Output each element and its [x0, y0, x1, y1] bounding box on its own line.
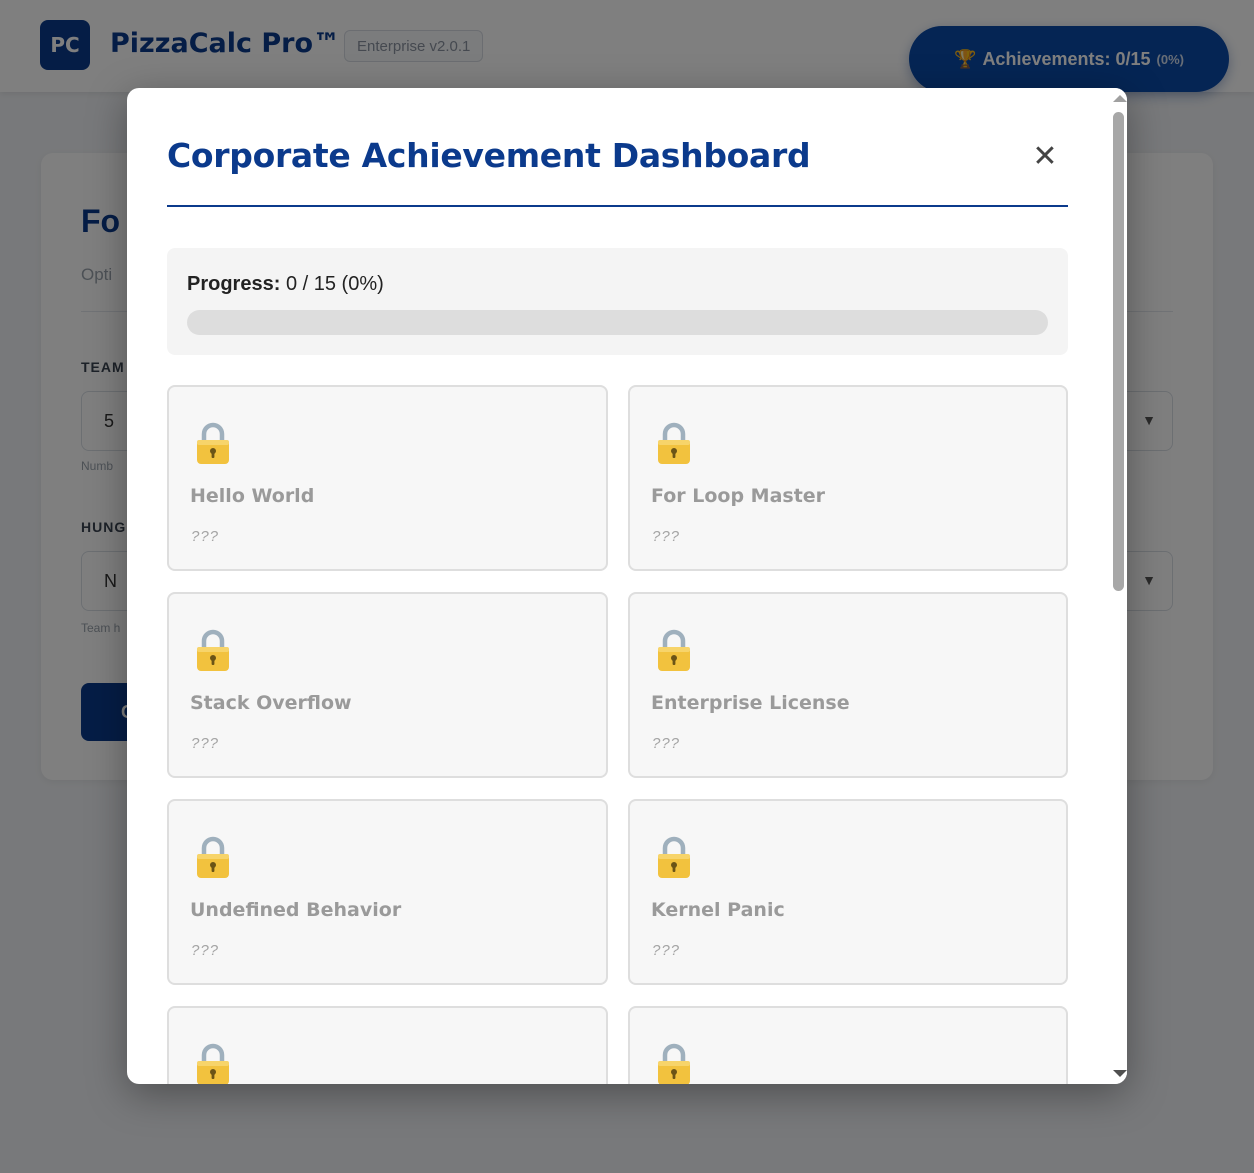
achievement-name: Kernel Panic	[651, 899, 785, 921]
modal-scrollbar[interactable]	[1110, 88, 1127, 1084]
lock-icon	[658, 1043, 690, 1084]
lock-icon	[658, 836, 690, 878]
modal-title: Corporate Achievement Dashboard	[167, 136, 811, 175]
achievement-description: ???	[191, 942, 220, 959]
achievement-card[interactable]: For Loop Master ???	[628, 385, 1068, 571]
scroll-down-arrow-icon[interactable]	[1113, 1070, 1127, 1077]
achievements-modal: Corporate Achievement Dashboard ✕ Progre…	[127, 88, 1127, 1084]
achievement-card[interactable]: Enterprise License ???	[628, 592, 1068, 778]
achievement-description: ???	[652, 735, 681, 752]
modal-content: Corporate Achievement Dashboard ✕ Progre…	[127, 88, 1110, 1084]
progress-label: Progress:	[187, 273, 281, 295]
achievement-name: For Loop Master	[651, 485, 826, 507]
achievement-description: ???	[652, 942, 681, 959]
achievement-description: ???	[191, 735, 220, 752]
progress-panel: Progress: 0 / 15 (0%)	[167, 248, 1068, 355]
lock-icon	[197, 629, 229, 671]
progress-text: Progress: 0 / 15 (0%)	[187, 273, 384, 296]
scroll-up-arrow-icon[interactable]	[1113, 95, 1127, 102]
achievement-card[interactable]	[167, 1006, 608, 1084]
close-button[interactable]: ✕	[1027, 138, 1063, 174]
lock-icon	[197, 1043, 229, 1084]
lock-icon	[197, 422, 229, 464]
progress-value: 0 / 15 (0%)	[285, 273, 384, 295]
achievement-name: Enterprise License	[651, 692, 850, 714]
achievement-card[interactable]: Stack Overflow ???	[167, 592, 608, 778]
achievement-card[interactable]: Undefined Behavior ???	[167, 799, 608, 985]
achievement-card[interactable]: Kernel Panic ???	[628, 799, 1068, 985]
achievement-name: Hello World	[190, 485, 315, 507]
lock-icon	[658, 422, 690, 464]
achievement-description: ???	[191, 528, 220, 545]
lock-icon	[658, 629, 690, 671]
lock-icon	[197, 836, 229, 878]
title-divider	[167, 205, 1068, 207]
achievement-name: Undefined Behavior	[190, 899, 402, 921]
achievement-card[interactable]	[628, 1006, 1068, 1084]
achievement-name: Stack Overflow	[190, 692, 352, 714]
achievements-grid: Hello World ??? For Loop Master ??? Stac…	[167, 385, 1068, 1084]
progress-bar	[187, 310, 1048, 335]
close-icon: ✕	[1032, 138, 1058, 174]
achievement-description: ???	[652, 528, 681, 545]
achievement-card[interactable]: Hello World ???	[167, 385, 608, 571]
scrollbar-thumb[interactable]	[1113, 112, 1124, 591]
